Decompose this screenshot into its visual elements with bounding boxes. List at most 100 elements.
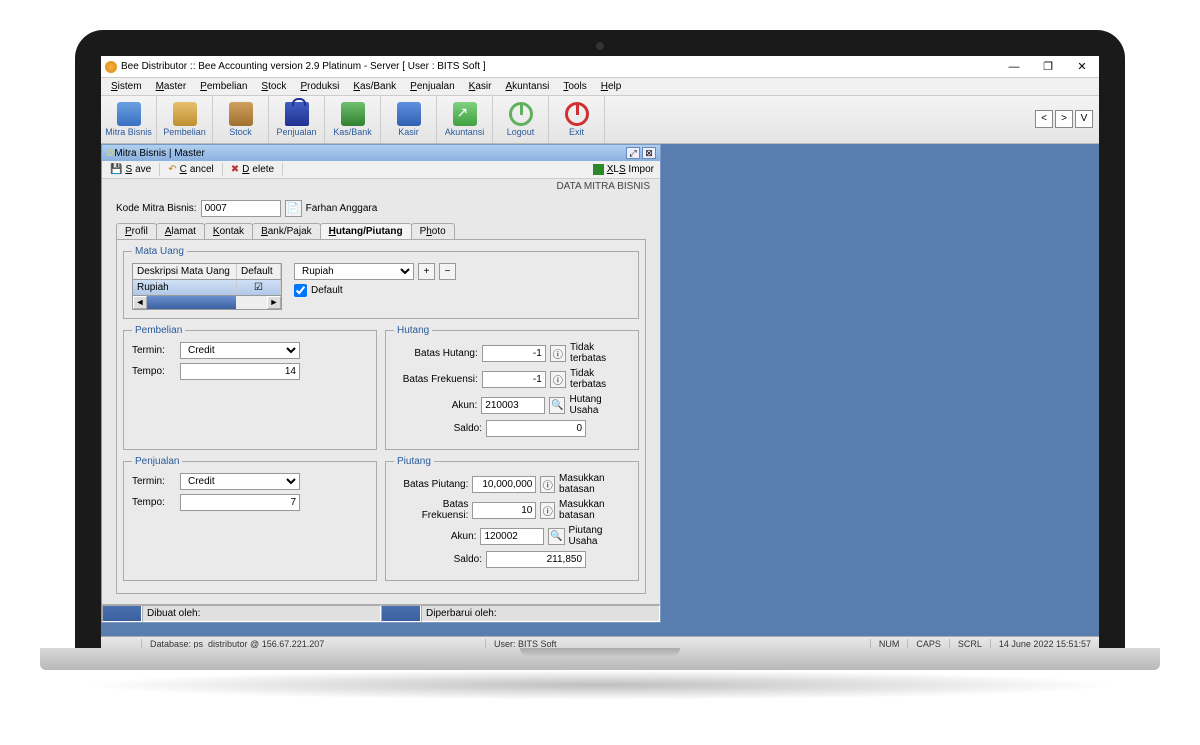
toolbar: Mitra Bisnis PembelianStockPenjualan Kas/B… <box>101 96 1099 144</box>
toolbar-label: Kas/Bank <box>333 127 372 137</box>
pembelian-termin-select[interactable]: Credit <box>180 342 300 359</box>
fieldset-mata-uang: Mata Uang Deskripsi Mata Uang Default Ru… <box>123 246 639 319</box>
menu-master[interactable]: Master <box>150 79 193 94</box>
menu-akuntansi[interactable]: Akuntansi <box>499 79 555 94</box>
piutang-saldo-label: Saldo: <box>394 554 482 565</box>
toolbar-stock-button[interactable]: Stock <box>213 96 269 143</box>
currency-select[interactable]: Rupiah <box>294 263 414 280</box>
currency-remove-button[interactable]: − <box>439 263 456 280</box>
bag-icon <box>285 102 309 126</box>
bank-icon <box>341 102 365 126</box>
menu-produksi[interactable]: Produksi <box>294 79 345 94</box>
toolbar-penjualan-button[interactable]: Penjualan <box>269 96 325 143</box>
grid-scrollbar[interactable]: ◄ ► <box>132 296 282 310</box>
save-button[interactable]: 💾Save <box>102 163 160 176</box>
close-button[interactable]: ✕ <box>1065 58 1099 76</box>
menu-stock[interactable]: Stock <box>255 79 292 94</box>
child-title-text: Mitra Bisnis | Master <box>114 148 204 159</box>
hutang-batas-input[interactable] <box>482 345 546 362</box>
pembelian-termin-label: Termin: <box>132 345 176 356</box>
piutang-akun-input[interactable] <box>480 528 544 545</box>
piutang-akun-name: Piutang Usaha <box>569 525 630 547</box>
fieldset-pembelian: Pembelian Termin: Credit Tempo: <box>123 325 377 450</box>
stock-icon <box>229 102 253 126</box>
toolbar-mitrabisnis-button[interactable]: Mitra Bisnis <box>101 96 157 143</box>
app-icon <box>105 61 117 73</box>
tab-profil[interactable]: Profil <box>116 223 157 239</box>
pembelian-tempo-input[interactable] <box>180 363 300 380</box>
menu-pembelian[interactable]: Pembelian <box>194 79 253 94</box>
menu-kasir[interactable]: Kasir <box>463 79 498 94</box>
mdi-area: ✿ Mitra Bisnis | Master ⤢ ⊠ 💾Save ↶Cance… <box>101 144 1099 636</box>
child-restore-button[interactable]: ⤢ <box>626 147 640 159</box>
menu-help[interactable]: Help <box>595 79 628 94</box>
legend-penjualan: Penjualan <box>132 456 182 467</box>
currency-add-button[interactable]: + <box>418 263 435 280</box>
toolbar-kasir-button[interactable]: Kasir <box>381 96 437 143</box>
penjualan-tempo-input[interactable] <box>180 494 300 511</box>
window-title: Bee Distributor :: Bee Accounting versio… <box>121 61 997 72</box>
tab-bankpajak[interactable]: Bank/Pajak <box>252 223 321 239</box>
hutang-akun-lookup-button[interactable]: 🔍 <box>549 397 565 414</box>
cancel-button[interactable]: ↶Cancel <box>160 163 223 176</box>
piutang-batas-hint: Masukkan batasan <box>559 473 630 495</box>
toolbar-exit-button[interactable]: Exit <box>549 96 605 143</box>
default-checkbox-label: Default <box>311 285 343 296</box>
delete-button[interactable]: ✖Delete <box>223 163 283 176</box>
menu-tools[interactable]: Tools <box>557 79 592 94</box>
legend-hutang: Hutang <box>394 325 432 336</box>
hutang-freq-input[interactable] <box>482 371 546 388</box>
minimize-button[interactable]: — <box>997 58 1031 76</box>
screen: Bee Distributor :: Bee Accounting versio… <box>101 56 1099 650</box>
toolbar-label: Kasir <box>398 127 419 137</box>
scroll-left-icon[interactable]: ◄ <box>133 296 147 309</box>
toolbar-akuntansi-button[interactable]: Akuntansi <box>437 96 493 143</box>
piutang-freq-info-button[interactable]: ⓘ <box>540 502 555 519</box>
xls-import-button[interactable]: XLS Impor <box>587 163 660 176</box>
child-statusbar: Dibuat oleh: Diperbarui oleh: <box>102 604 660 622</box>
hutang-freq-info-button[interactable]: ⓘ <box>550 371 566 388</box>
chart-icon <box>453 102 477 126</box>
exit-icon <box>565 102 589 126</box>
toolbar-pembelian-button[interactable]: Pembelian <box>157 96 213 143</box>
toolbar-logout-button[interactable]: Logout <box>493 96 549 143</box>
panel-title: DATA MITRA BISNIS <box>102 179 660 194</box>
hutang-akun-input[interactable] <box>481 397 545 414</box>
toolbar-v-button[interactable]: V <box>1075 110 1093 128</box>
fieldset-hutang: Hutang Batas Hutang: ⓘ Tidak terbatas Ba… <box>385 325 639 450</box>
default-checkbox[interactable] <box>294 284 307 297</box>
toolbar-kasbank-button[interactable]: Kas/Bank <box>325 96 381 143</box>
kode-input[interactable] <box>201 200 281 217</box>
gear-icon: ✿ <box>106 148 114 159</box>
child-close-button[interactable]: ⊠ <box>642 147 656 159</box>
piutang-freq-input[interactable] <box>472 502 536 519</box>
menu-kasbank[interactable]: Kas/Bank <box>347 79 402 94</box>
hutang-batas-info-button[interactable]: ⓘ <box>550 345 566 362</box>
tab-kontak[interactable]: Kontak <box>204 223 253 239</box>
tab-alamat[interactable]: Alamat <box>156 223 205 239</box>
toolbar-prev-button[interactable]: < <box>1035 110 1053 128</box>
grid-cell-name: Rupiah <box>133 280 237 295</box>
child-status-cell-2 <box>381 605 421 622</box>
scroll-right-icon[interactable]: ► <box>267 296 281 309</box>
child-status-cell-1 <box>102 605 142 622</box>
kode-lookup-button[interactable]: 📄 <box>285 200 302 217</box>
status-datetime: 14 June 2022 15:51:57 <box>990 639 1099 649</box>
child-titlebar: ✿ Mitra Bisnis | Master ⤢ ⊠ <box>102 145 660 161</box>
tab-photo[interactable]: Photo <box>411 223 455 239</box>
status-num: NUM <box>870 639 908 649</box>
hutang-freq-hint: Tidak terbatas <box>570 368 630 390</box>
toolbar-next-button[interactable]: > <box>1055 110 1073 128</box>
piutang-batas-info-button[interactable]: ⓘ <box>540 476 555 493</box>
action-bar: 💾Save ↶Cancel ✖Delete XLS Impor <box>102 161 660 179</box>
penjualan-termin-select[interactable]: Credit <box>180 473 300 490</box>
toolbar-label: Mitra Bisnis <box>105 127 152 137</box>
piutang-batas-input[interactable] <box>472 476 536 493</box>
child-window: ✿ Mitra Bisnis | Master ⤢ ⊠ 💾Save ↶Cance… <box>101 144 661 623</box>
tab-hutangpiutang[interactable]: Hutang/Piutang <box>320 223 412 239</box>
piutang-akun-lookup-button[interactable]: 🔍 <box>548 528 564 545</box>
maximize-button[interactable]: ❐ <box>1031 58 1065 76</box>
menu-sistem[interactable]: Sistem <box>105 79 148 94</box>
menu-penjualan[interactable]: Penjualan <box>404 79 460 94</box>
grid-row[interactable]: Rupiah ☑ <box>132 280 282 296</box>
